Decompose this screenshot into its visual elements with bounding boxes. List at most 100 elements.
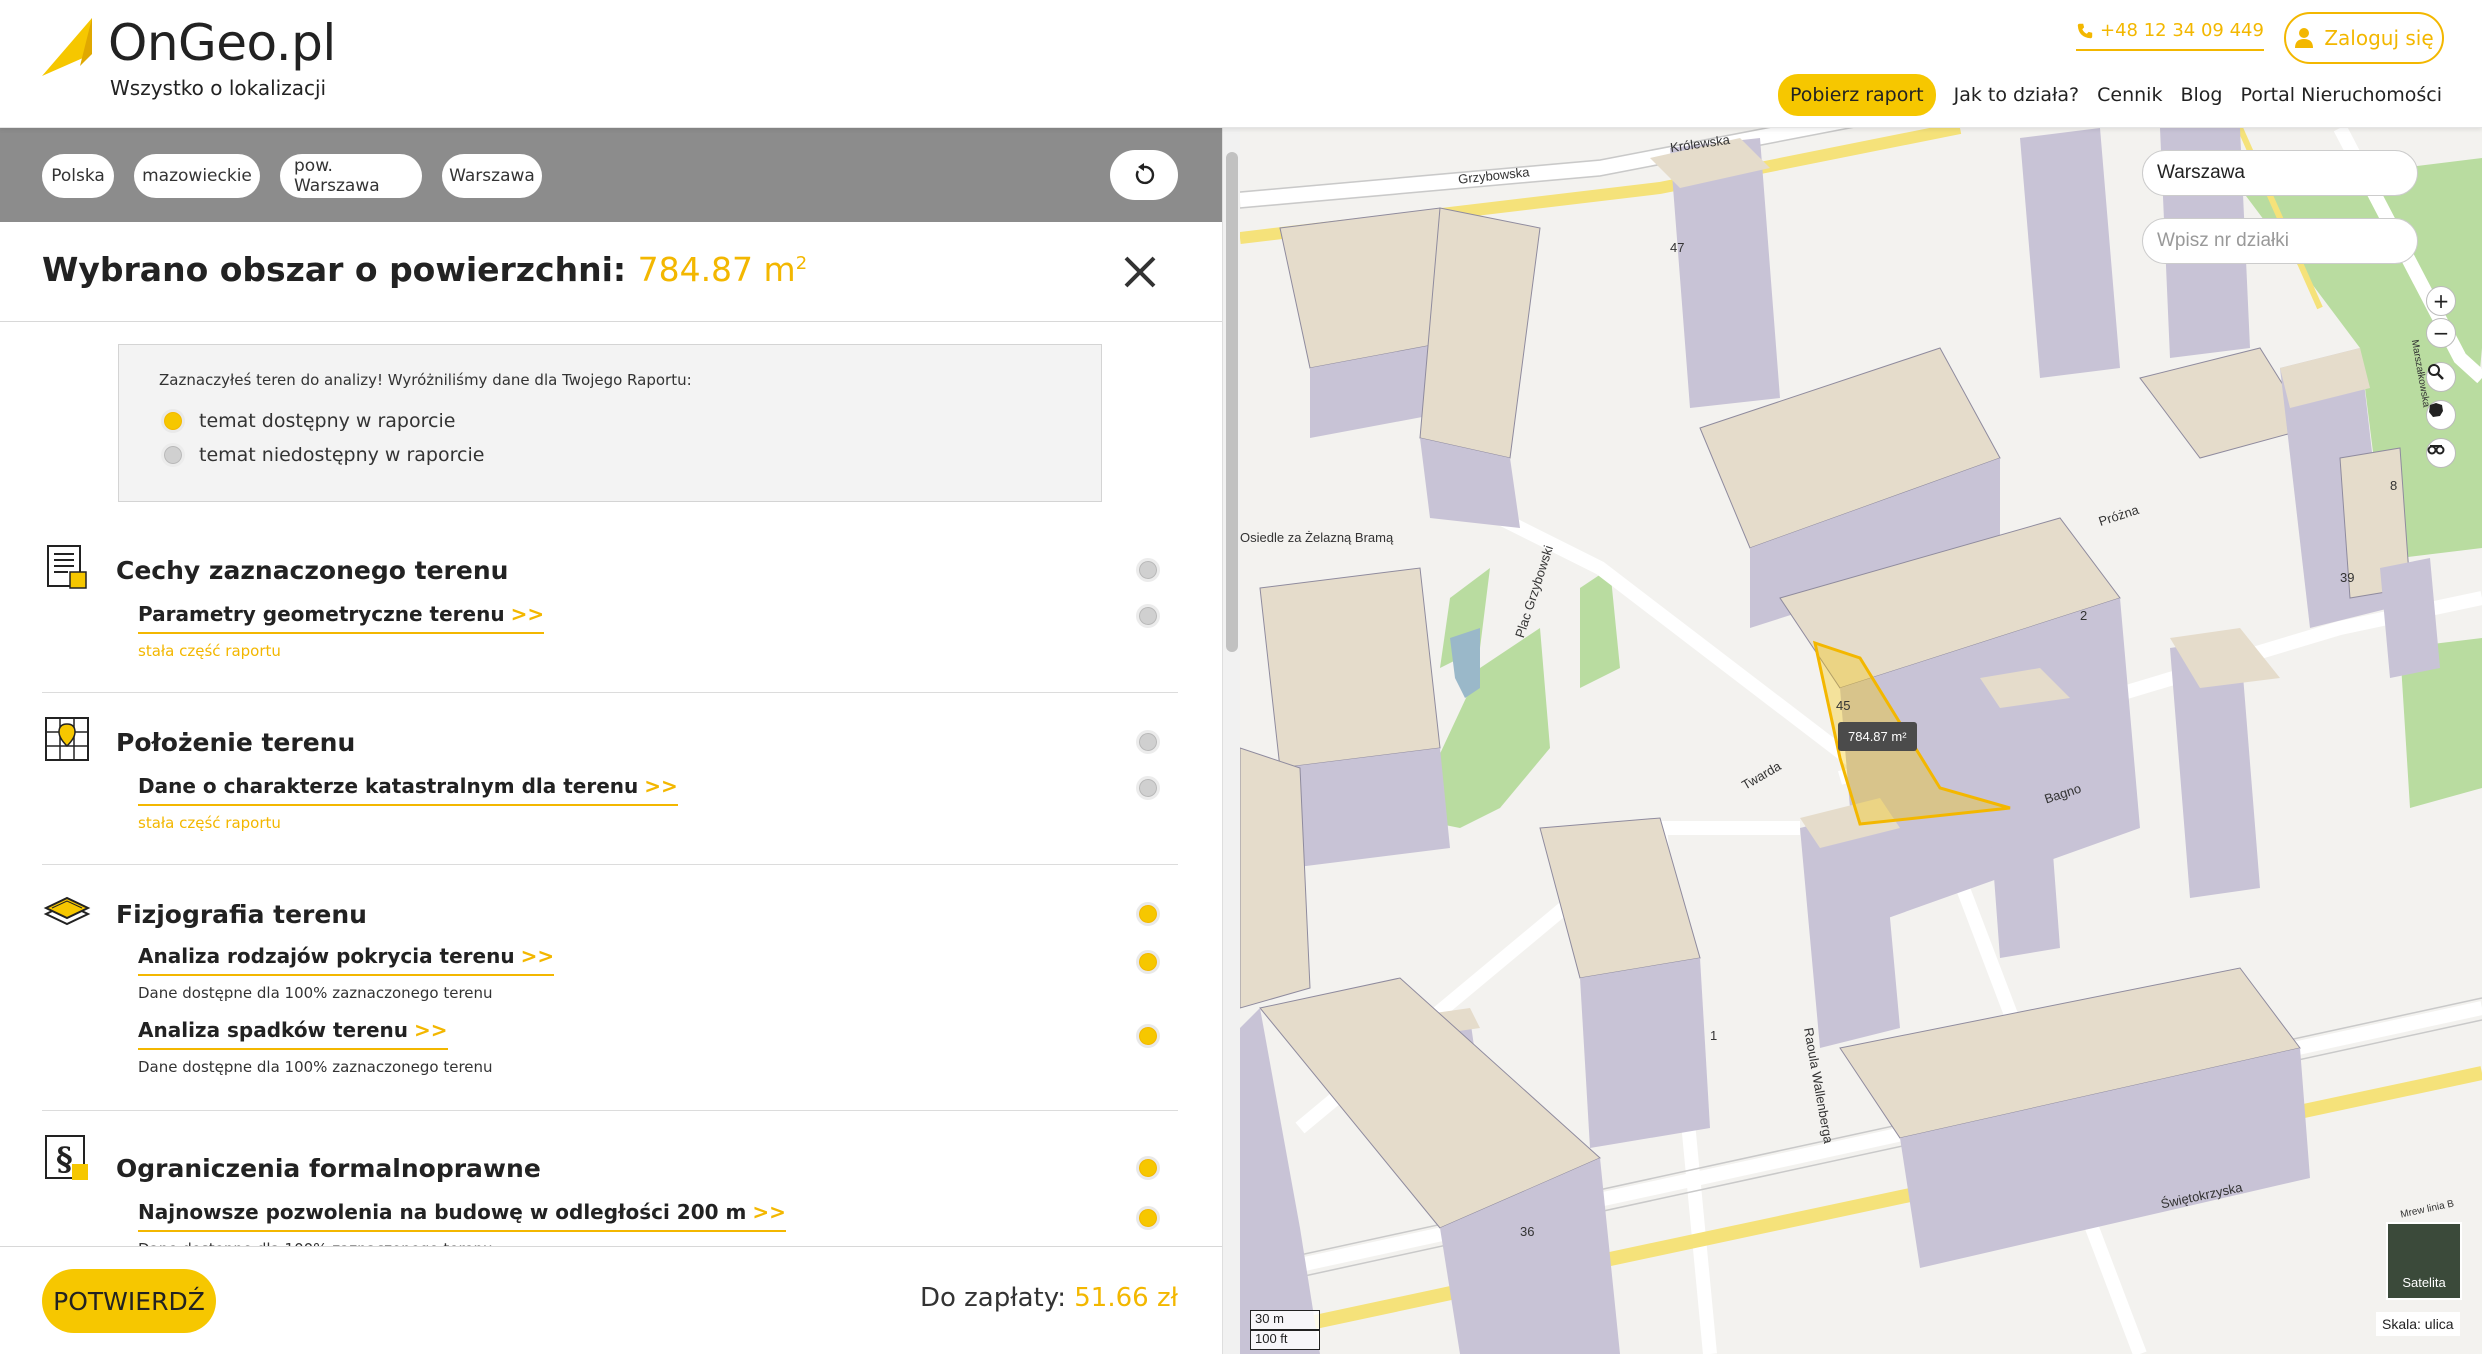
list-item[interactable]: Analiza spadków terenu >> Dane dostępne d… [138,1018,1178,1076]
item-subtitle: Dane dostępne dla 100% zaznaczonego tere… [138,1058,493,1076]
info-intro: Zaznaczyłeś teren do analizy! Wyróżniliś… [159,371,692,389]
info-box: Zaznaczyłeś teren do analizy! Wyróżniliś… [118,344,1102,502]
legend-available-label: temat dostępny w raporcie [199,410,456,432]
panel-scrollbar[interactable] [1222,128,1240,1354]
satellite-label: Satelita [2402,1275,2446,1290]
page-title: Wybrano obszar o powierzchni: 784.87 m2 [42,250,807,289]
item-title[interactable]: Parametry geometryczne terenu >> [138,602,545,634]
selection-area-unit: 2 [795,253,808,274]
panel-footer: POTWIERDŹ Do zapłaty: 51.66 zł [0,1246,1222,1354]
item-subtitle: stała część raportu [138,814,281,832]
search-icon [2428,364,2444,380]
section-title: Ograniczenia formalnoprawne [116,1154,541,1183]
building-number: 1 [1710,1028,1718,1043]
phone-icon [2077,23,2093,38]
street-view-button[interactable] [2426,438,2456,468]
selection-title: Wybrano obszar o powierzchni: [42,250,627,289]
breadcrumb: Polska mazowieckie pow. Warszawa Warszaw… [0,128,1222,222]
list-item[interactable]: Parametry geometryczne terenu >> stała cz… [138,602,1178,660]
document-list-icon [47,545,87,589]
nav-how-it-works[interactable]: Jak to działa? [1954,84,2080,106]
selection-area: 784.87 m2 [638,250,808,289]
nav-pricing[interactable]: Cennik [2097,84,2162,106]
divider [42,1110,1178,1111]
item-title-text: Dane o charakterze katastralnym dla tere… [138,774,639,798]
unavailable-dot-icon [161,443,185,467]
item-status-dot [1136,776,1160,800]
confirm-button[interactable]: POTWIERDŹ [42,1269,216,1333]
top-header: OnGeo.pl Wszystko o lokalizacji +48 12 3… [0,0,2482,128]
terrain-layers-icon [43,896,91,926]
user-icon [2295,28,2314,48]
nav-get-report[interactable]: Pobierz raport [1777,74,1936,116]
logo-name[interactable]: OnGeo.pl [108,14,336,72]
phone-link[interactable]: +48 12 34 09 449 [2076,20,2264,51]
item-title[interactable]: Dane o charakterze katastralnym dla tere… [138,774,678,806]
zoom-out-button[interactable]: − [2426,318,2456,348]
report-panel: Polska mazowieckie pow. Warszawa Warszaw… [0,128,1240,1354]
item-subtitle: Dane dostępne dla 100% zaznaczonego tere… [138,984,493,1002]
scale-label: Skala: ulica [2376,1312,2460,1336]
item-title[interactable]: Analiza spadków terenu >> [138,1018,448,1050]
building-number: 39 [2340,570,2355,585]
poland-map-icon [2429,403,2443,417]
svg-text:§: § [56,1140,73,1178]
list-item[interactable]: Analiza rodzajów pokrycia terenu >> Dane … [138,944,1178,1002]
satellite-toggle[interactable]: Satelita [2386,1222,2462,1300]
section-title: Fizjografia terenu [116,900,367,929]
item-title-text: Analiza rodzajów pokrycia terenu [138,944,515,968]
item-status-dot [1136,604,1160,628]
item-subtitle: stała część raportu [138,642,281,660]
breadcrumb-county[interactable]: pow. Warszawa [280,154,422,198]
selection-header: Wybrano obszar o powierzchni: 784.87 m2 [0,222,1222,322]
breadcrumb-country[interactable]: Polska [42,154,114,198]
nav-blog[interactable]: Blog [2180,84,2222,106]
refresh-icon [1135,163,1155,185]
paragraph-icon: § [45,1135,88,1180]
magnify-button[interactable] [2426,362,2456,392]
street-label: Osiedle za Żelazną Bramą [1240,530,1394,545]
item-arrow: >> [520,944,555,968]
city-search-input[interactable] [2142,150,2418,196]
breadcrumb-voivodeship[interactable]: mazowieckie [134,154,260,198]
item-title[interactable]: Najnowsze pozwolenia na budowę w odległo… [138,1200,786,1232]
breadcrumb-city[interactable]: Warszawa [442,154,542,198]
price-label: Do zapłaty: [919,1283,1066,1313]
login-button[interactable]: Zaloguj się [2284,12,2444,64]
selection-area-value: 784.87 m [637,250,796,289]
legend-unavailable: temat niedostępny w raporcie [161,443,484,467]
close-icon[interactable] [1120,252,1160,292]
item-arrow: >> [414,1018,448,1042]
section-title: Cechy zaznaczonego terenu [116,556,509,585]
country-button[interactable] [2426,400,2456,430]
scroll-thumb[interactable] [1226,152,1238,652]
section-status-dot [1136,730,1160,754]
building-number: 45 [1836,698,1851,713]
price-summary: Do zapłaty: 51.66 zł [920,1283,1178,1313]
section-title: Położenie terenu [116,728,356,757]
legend-available: temat dostępny w raporcie [161,409,455,433]
map-view[interactable]: Grzybowska Królewska Osiedle za Żelazną … [1240,128,2482,1354]
item-title-text: Najnowsze pozwolenia na budowę w odległo… [138,1200,747,1224]
building-number: 47 [1670,240,1685,255]
item-title[interactable]: Analiza rodzajów pokrycia terenu >> [138,944,555,976]
available-dot-icon [161,409,185,433]
scale-bar-imperial: 100 ft [1250,1330,1320,1350]
building-number: 2 [2080,608,2088,623]
map-pin-icon [45,717,89,761]
building-number: 36 [1520,1224,1535,1239]
nav-real-estate-portal[interactable]: Portal Nieruchomości [2240,84,2442,106]
main-nav: Pobierz raport Jak to działa? Cennik Blo… [1777,74,2442,116]
price-value: 51.66 zł [1074,1283,1178,1313]
logo-tagline: Wszystko o lokalizacji [110,76,327,100]
legend-unavailable-label: temat niedostępny w raporcie [199,444,485,466]
building-number: 8 [2390,478,2398,493]
item-arrow: >> [752,1200,786,1224]
list-item[interactable]: Dane o charakterze katastralnym dla tere… [138,774,1178,832]
divider [42,864,1178,865]
reset-button[interactable] [1110,150,1178,200]
zoom-in-button[interactable]: + [2426,286,2456,316]
item-arrow: >> [510,602,545,626]
binoculars-icon [2427,445,2445,455]
parcel-number-input[interactable] [2142,218,2418,264]
